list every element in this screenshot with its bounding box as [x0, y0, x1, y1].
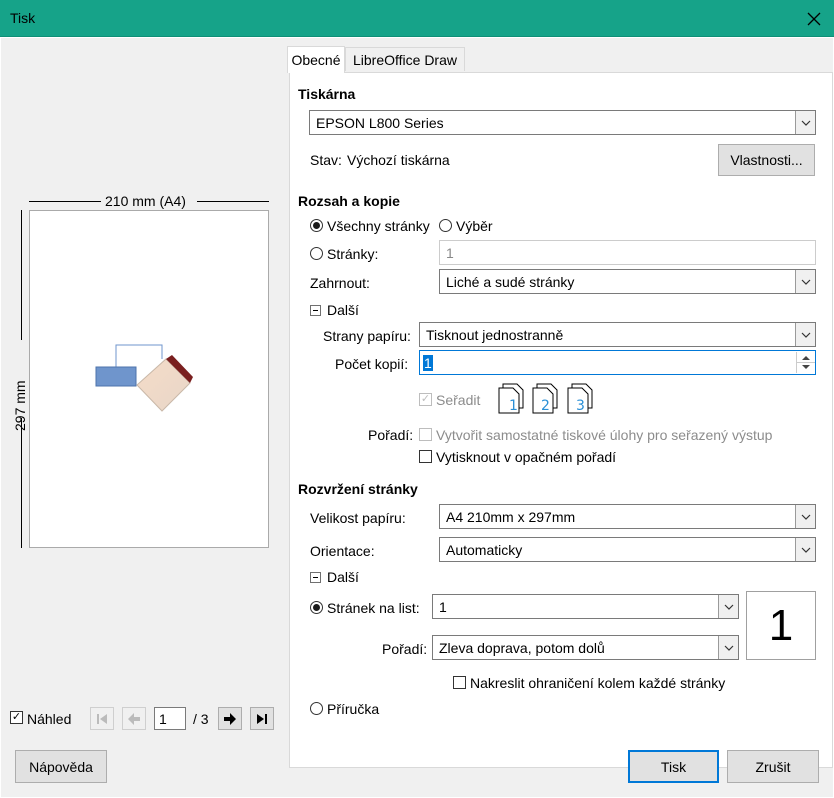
pages-per-sheet-radio[interactable]	[310, 601, 323, 614]
collate-icon-number: 2	[541, 398, 550, 414]
preview-height-label: 297 mm	[12, 380, 28, 431]
height-dimension-line	[21, 210, 22, 340]
pages-radio[interactable]	[310, 247, 323, 260]
collate-label[interactable]: Seřadit	[436, 392, 480, 408]
chevron-down-icon	[718, 636, 738, 659]
window-title: Tisk	[10, 10, 36, 26]
separate-jobs-checkbox[interactable]	[419, 428, 432, 441]
range-section-title: Rozsah a kopie	[298, 193, 400, 209]
orientation-value: Automaticky	[446, 541, 523, 558]
status-label: Stav:	[310, 152, 342, 168]
chevron-down-icon	[795, 270, 815, 293]
collate-page-icon: 3	[567, 383, 593, 414]
paper-sides-select[interactable]: Tisknout jednostranně	[419, 322, 816, 347]
include-label: Zahrnout:	[310, 275, 370, 291]
printer-properties-button[interactable]: Vlastnosti...	[718, 144, 815, 176]
prev-page-button[interactable]	[122, 707, 146, 730]
separate-jobs-label[interactable]: Vytvořit samostatné tiskové úlohy pro se…	[436, 427, 772, 443]
next-page-icon	[224, 712, 236, 725]
layout-order-label: Pořadí:	[382, 641, 428, 657]
pages-per-sheet-select[interactable]: 1	[432, 594, 739, 619]
last-page-icon	[257, 713, 267, 724]
copies-label: Počet kopií:	[335, 356, 409, 372]
next-page-button[interactable]	[218, 707, 242, 730]
selection-radio[interactable]	[439, 219, 452, 232]
chevron-down-icon	[795, 323, 815, 346]
order-label: Pořadí:	[368, 427, 414, 443]
more-range-label[interactable]: Další	[327, 302, 359, 318]
orientation-select[interactable]: Automaticky	[439, 537, 816, 562]
pages-input[interactable]: 1	[439, 240, 816, 265]
selection-label[interactable]: Výběr	[456, 218, 493, 234]
more-range-expander[interactable]	[310, 305, 321, 316]
height-dimension-line	[21, 418, 22, 548]
include-select[interactable]: Liché a sudé stránky	[439, 269, 816, 294]
help-button[interactable]: Nápověda	[15, 750, 107, 783]
chevron-down-icon	[718, 595, 738, 618]
tab-general[interactable]: Obecné	[287, 46, 345, 73]
collate-page-icon: 1	[498, 383, 524, 414]
more-layout-label[interactable]: Další	[327, 569, 359, 585]
chevron-down-icon	[795, 505, 815, 528]
last-page-button[interactable]	[250, 707, 274, 730]
include-select-value: Liché a sudé stránky	[446, 273, 575, 290]
brochure-label[interactable]: Příručka	[327, 701, 379, 717]
draw-border-label[interactable]: Nakreslit ohraničení kolem každé stránky	[470, 675, 725, 691]
reverse-order-label[interactable]: Vytisknout v opačném pořadí	[436, 449, 616, 465]
show-preview-label[interactable]: Náhled	[27, 711, 71, 727]
preview-drawing	[95, 344, 193, 412]
dialog-body: 210 mm (A4) 297 mm ✓ Náhled 1 / 3 Obecné…	[1, 38, 833, 797]
copies-value: 1	[423, 354, 433, 371]
draw-border-checkbox[interactable]	[453, 676, 466, 689]
chevron-down-icon	[795, 111, 815, 134]
brochure-radio[interactable]	[310, 702, 323, 715]
close-icon[interactable]	[803, 8, 825, 30]
pages-per-sheet-preview: 1	[746, 591, 816, 660]
preview-width-label: 210 mm (A4)	[105, 193, 186, 209]
prev-page-icon	[128, 712, 140, 725]
all-pages-label[interactable]: Všechny stránky	[327, 218, 430, 234]
layout-order-value: Zleva doprava, potom dolů	[439, 639, 605, 656]
more-layout-expander[interactable]	[310, 572, 321, 583]
reverse-order-checkbox[interactable]	[419, 450, 432, 463]
printer-section-title: Tiskárna	[298, 86, 356, 102]
tab-libreoffice-draw[interactable]: LibreOffice Draw	[345, 47, 465, 71]
chevron-down-icon	[795, 538, 815, 561]
pages-per-sheet-value: 1	[439, 598, 447, 615]
pages-per-sheet-label[interactable]: Stránek na list:	[327, 600, 420, 616]
show-preview-checkbox[interactable]: ✓	[10, 711, 23, 724]
collate-icon-number: 1	[509, 398, 518, 414]
collate-icon-number: 3	[576, 398, 585, 414]
first-page-button[interactable]	[90, 707, 114, 730]
width-dimension-line	[197, 201, 269, 202]
copies-input[interactable]: 1	[419, 350, 816, 375]
page-preview	[29, 210, 269, 548]
title-bar: Tisk	[0, 0, 834, 37]
printer-select-value: EPSON L800 Series	[316, 114, 444, 131]
paper-sides-label: Strany papíru:	[323, 328, 411, 344]
pages-label[interactable]: Stránky:	[327, 246, 378, 262]
copies-spinner[interactable]	[796, 352, 815, 373]
paper-size-value: A4 210mm x 297mm	[446, 508, 576, 525]
collate-page-icon: 2	[532, 383, 558, 414]
first-page-icon	[97, 713, 107, 724]
orientation-label: Orientace:	[310, 543, 375, 559]
paper-sides-value: Tisknout jednostranně	[426, 326, 564, 343]
print-button[interactable]: Tisk	[628, 750, 719, 783]
cancel-button[interactable]: Zrušit	[727, 750, 819, 783]
paper-size-label: Velikost papíru:	[310, 510, 406, 526]
printer-select[interactable]: EPSON L800 Series	[309, 110, 816, 135]
collate-checkbox[interactable]: ✓	[419, 393, 432, 406]
page-total-label: / 3	[193, 711, 209, 727]
status-value: Výchozí tiskárna	[347, 152, 450, 168]
page-number-input[interactable]: 1	[154, 707, 186, 730]
width-dimension-line	[29, 201, 101, 202]
all-pages-radio[interactable]	[310, 219, 323, 232]
tab-panel-general	[289, 72, 833, 768]
layout-order-select[interactable]: Zleva doprava, potom dolů	[432, 635, 739, 660]
layout-section-title: Rozvržení stránky	[298, 481, 418, 497]
paper-size-select[interactable]: A4 210mm x 297mm	[439, 504, 816, 529]
